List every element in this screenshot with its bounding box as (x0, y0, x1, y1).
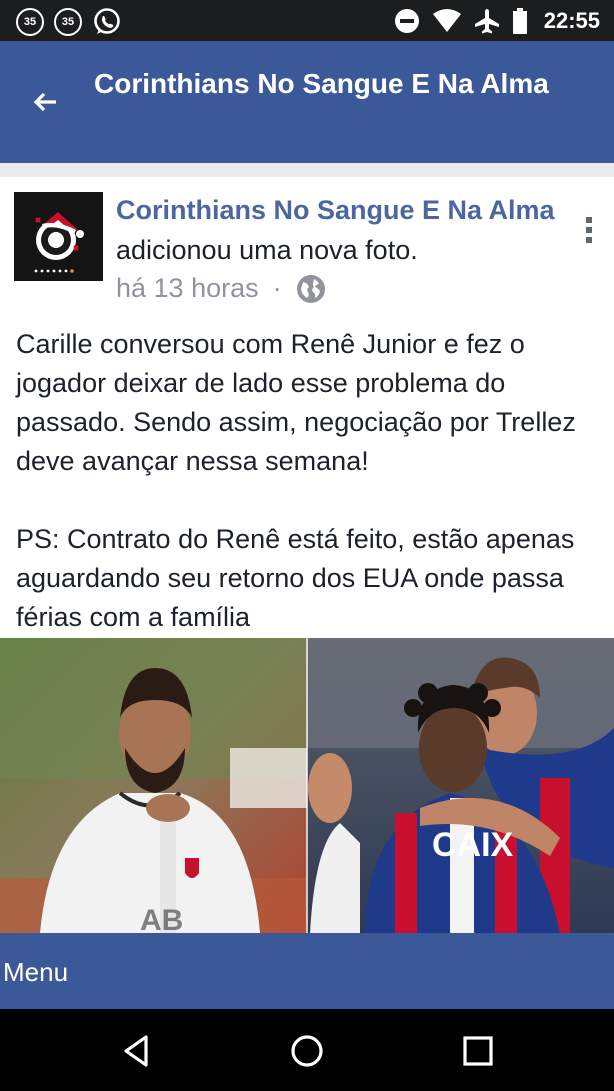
post-photo[interactable]: AB CAIX (0, 638, 614, 933)
back-triangle-icon[interactable] (116, 1031, 156, 1071)
battery-icon (512, 8, 527, 34)
meta-separator: · (272, 273, 282, 303)
globe-icon (296, 274, 325, 303)
airplane-icon (474, 9, 499, 34)
bottom-menu-bar: Menu (0, 933, 614, 1009)
whatsapp-icon (94, 8, 120, 34)
post-action-text: adicionou uma nova foto. (116, 235, 418, 265)
post-meta: há 13 horas · (116, 273, 326, 304)
wifi-icon (432, 9, 461, 32)
status-bar: 35 35 22:55 (0, 0, 614, 41)
avatar[interactable] (14, 192, 103, 281)
jersey-sponsor-text: CAIX (432, 826, 514, 864)
more-vertical-icon[interactable] (584, 215, 594, 245)
do-not-disturb-icon (394, 9, 419, 33)
home-circle-icon[interactable] (287, 1031, 327, 1071)
corinthians-logo (14, 192, 103, 281)
app-bar: Corinthians No Sangue E Na Alma (0, 41, 614, 163)
post-timestamp[interactable]: há 13 horas (116, 273, 259, 304)
notification-badge: 35 (16, 8, 44, 36)
notification-badge: 35 (54, 8, 82, 36)
svg-text:AB: AB (140, 904, 183, 933)
post-card: Corinthians No Sangue E Na Alma adiciono… (0, 177, 614, 933)
menu-button[interactable]: Menu (3, 957, 68, 988)
page-title: Corinthians No Sangue E Na Alma (94, 68, 549, 99)
system-nav-bar (0, 1009, 614, 1091)
recents-square-icon[interactable] (458, 1031, 498, 1071)
post-body-text: Carille conversou com Renê Junior e fez … (16, 329, 576, 632)
arrow-left-icon[interactable] (32, 89, 58, 115)
clock: 22:55 (543, 8, 600, 33)
post-author-link[interactable]: Corinthians No Sangue E Na Alma (116, 195, 555, 226)
